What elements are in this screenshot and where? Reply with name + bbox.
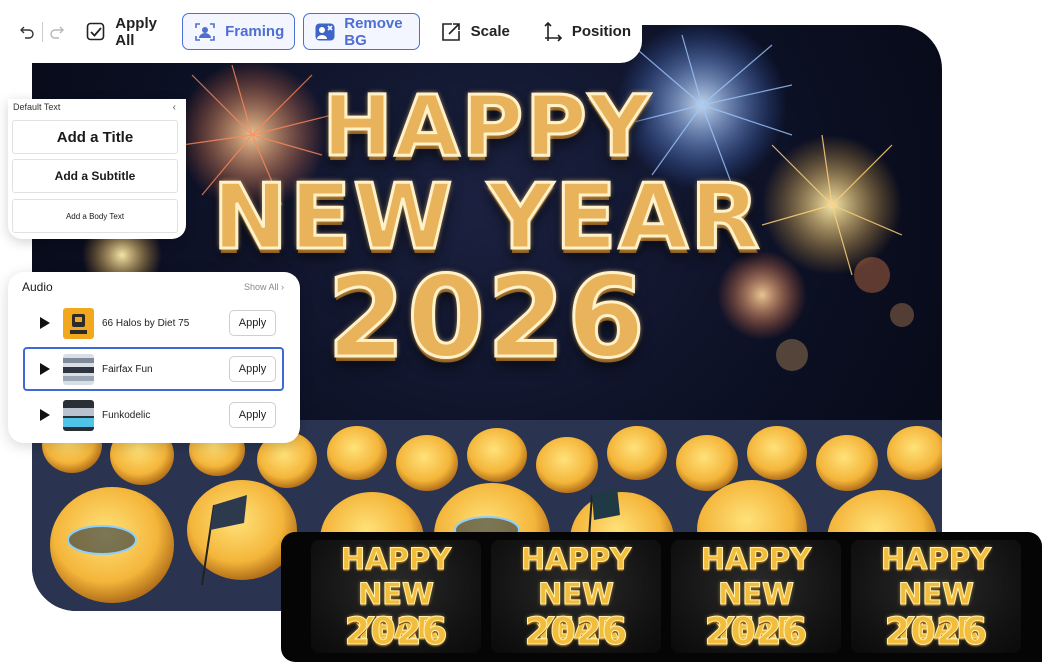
framing-label: Framing bbox=[225, 23, 285, 40]
scale-icon bbox=[439, 20, 463, 44]
add-title-button[interactable]: Add a Title bbox=[12, 120, 178, 154]
thumbnail-text-year: 2026 bbox=[344, 610, 448, 654]
template-thumbnail[interactable]: HAPPY NEW YEAR 2026 bbox=[671, 540, 841, 653]
remove-bg-label: Remove BG bbox=[344, 14, 403, 49]
audio-track-item-selected[interactable]: Fairfax Fun Apply bbox=[23, 347, 284, 391]
undo-icon[interactable] bbox=[18, 21, 36, 43]
template-thumbnail[interactable]: HAPPY NEW YEAR 2026 bbox=[491, 540, 661, 653]
thumbnail-text-happy: HAPPY bbox=[340, 542, 452, 577]
redo-icon[interactable] bbox=[49, 21, 67, 43]
chevron-left-icon[interactable]: ‹ bbox=[173, 102, 176, 113]
thumbnail-text-year: 2026 bbox=[524, 610, 628, 654]
apply-all-icon bbox=[85, 20, 107, 44]
apply-track-button[interactable]: Apply bbox=[229, 402, 276, 428]
apply-all-label: Apply All bbox=[115, 14, 157, 49]
remove-bg-button[interactable]: Remove BG bbox=[303, 13, 420, 50]
apply-all-button[interactable]: Apply All bbox=[74, 13, 174, 50]
apply-track-button[interactable]: Apply bbox=[229, 310, 276, 336]
audio-panel: Audio Show All › 66 Halos by Diet 75 App… bbox=[8, 272, 300, 443]
track-thumbnail bbox=[63, 307, 94, 339]
play-icon[interactable] bbox=[37, 407, 53, 423]
thumbnail-text-happy: HAPPY bbox=[520, 542, 632, 577]
track-thumbnail bbox=[63, 399, 94, 431]
thumbnail-text-happy: HAPPY bbox=[700, 542, 812, 577]
default-text-header: Default Text ‹ bbox=[8, 99, 186, 115]
show-all-link[interactable]: Show All › bbox=[244, 282, 284, 292]
template-thumbnail[interactable]: HAPPY NEW YEAR 2026 bbox=[851, 540, 1021, 653]
thumbnail-text-happy: HAPPY bbox=[880, 542, 992, 577]
track-name: Funkodelic bbox=[102, 409, 151, 421]
track-name: 66 Halos by Diet 75 bbox=[102, 317, 190, 329]
apply-track-button[interactable]: Apply bbox=[229, 356, 276, 382]
editor-toolbar: Apply All Framing Remove BG Scale Positi… bbox=[0, 0, 642, 63]
framing-button[interactable]: Framing bbox=[182, 13, 296, 50]
audio-title: Audio bbox=[22, 280, 53, 294]
thumbnail-text-year: 2026 bbox=[704, 610, 808, 654]
position-icon bbox=[540, 20, 564, 44]
track-thumbnail bbox=[63, 353, 94, 385]
position-button[interactable]: Position bbox=[529, 13, 642, 50]
audio-track-item[interactable]: Funkodelic Apply bbox=[23, 393, 284, 437]
audio-header: Audio Show All › bbox=[22, 280, 284, 294]
toolbar-divider bbox=[41, 21, 43, 42]
framing-icon bbox=[193, 20, 217, 44]
remove-bg-icon bbox=[314, 20, 336, 44]
thumbnail-text-year: 2026 bbox=[884, 610, 988, 654]
add-subtitle-button[interactable]: Add a Subtitle bbox=[12, 159, 178, 193]
audio-track-item[interactable]: 66 Halos by Diet 75 Apply bbox=[23, 301, 284, 345]
track-name: Fairfax Fun bbox=[102, 363, 153, 375]
template-thumbnail[interactable]: HAPPY NEW YEAR 2026 bbox=[311, 540, 481, 653]
add-body-text-button[interactable]: Add a Body Text bbox=[12, 199, 178, 233]
scale-button[interactable]: Scale bbox=[428, 13, 521, 50]
position-label: Position bbox=[571, 23, 631, 40]
play-icon[interactable] bbox=[37, 361, 53, 377]
play-icon[interactable] bbox=[37, 315, 53, 331]
default-text-title: Default Text bbox=[13, 102, 61, 112]
template-filmstrip: HAPPY NEW YEAR 2026 HAPPY NEW YEAR 2026 … bbox=[281, 532, 1042, 662]
scale-label: Scale bbox=[470, 23, 510, 40]
default-text-panel: Default Text ‹ Add a Title Add a Subtitl… bbox=[8, 99, 186, 239]
